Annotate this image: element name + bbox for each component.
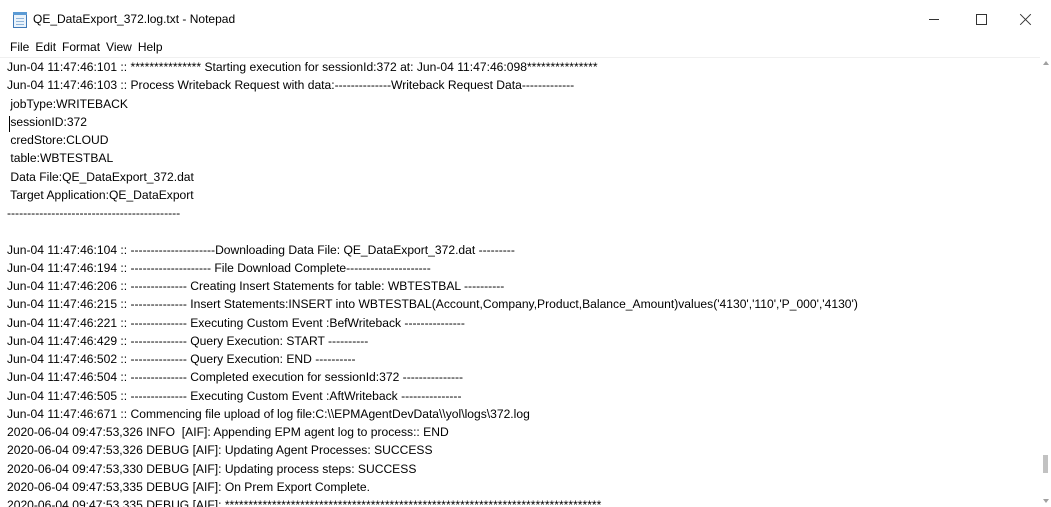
text-editor[interactable]: Jun-04 11:47:46:101 :: *************** S… — [0, 57, 1040, 507]
menu-file[interactable]: File — [7, 40, 32, 54]
text-line: Jun-04 11:47:46:502 :: -------------- Qu… — [7, 352, 356, 366]
text-line: Jun-04 11:47:46:101 :: *************** S… — [7, 60, 598, 74]
notepad-icon — [13, 11, 27, 28]
window-controls — [913, 0, 1051, 38]
minimize-button[interactable] — [913, 0, 959, 38]
maximize-icon — [976, 14, 987, 25]
menu-bar: File Edit Format View Help — [0, 38, 1051, 56]
text-line: Jun-04 11:47:46:206 :: -------------- Cr… — [7, 279, 505, 293]
text-line: Jun-04 11:47:46:429 :: -------------- Qu… — [7, 333, 369, 348]
text-line: table:WBTESTBAL — [7, 151, 114, 166]
text-line: Jun-04 11:47:46:504 :: -------------- Co… — [7, 370, 464, 385]
minimize-icon — [929, 19, 939, 20]
text-line: 2020-06-04 09:47:53,326 INFO [AIF]: Appe… — [7, 425, 449, 439]
text-line: 2020-06-04 09:47:53,335 DEBUG [AIF]: ***… — [7, 498, 602, 507]
menu-view[interactable]: View — [103, 40, 135, 54]
scrollbar-thumb[interactable] — [1043, 455, 1048, 473]
menu-format[interactable]: Format — [59, 40, 103, 54]
scroll-down-icon[interactable] — [1043, 499, 1049, 503]
close-icon — [1020, 13, 1032, 25]
close-button[interactable] — [1005, 0, 1051, 38]
window-title: QE_DataExport_372.log.txt - Notepad — [33, 12, 236, 26]
text-line: sessionID:372 — [7, 114, 87, 129]
scroll-up-icon[interactable] — [1043, 61, 1049, 65]
text-line: Jun-04 11:47:46:221 :: -------------- Ex… — [7, 315, 465, 330]
text-caret — [9, 116, 10, 132]
title-bar: QE_DataExport_372.log.txt - Notepad — [0, 0, 1051, 38]
menu-help[interactable]: Help — [135, 40, 166, 54]
maximize-button[interactable] — [959, 0, 1005, 38]
text-line: Data File:QE_DataExport_372.dat — [7, 169, 194, 184]
text-line: Jun-04 11:47:46:215 :: -------------- In… — [7, 297, 858, 312]
vertical-scrollbar[interactable] — [1040, 57, 1051, 506]
text-line: ----------------------------------------… — [7, 206, 181, 220]
menu-edit[interactable]: Edit — [32, 40, 59, 54]
text-line: 2020-06-04 09:47:53,330 DEBUG [AIF]: Upd… — [7, 461, 417, 476]
text-line: 2020-06-04 09:47:53,335 DEBUG [AIF]: On … — [7, 479, 370, 494]
text-line: 2020-06-04 09:47:53,326 DEBUG [AIF]: Upd… — [7, 443, 433, 458]
text-line: jobType:WRITEBACK — [7, 96, 128, 111]
text-line: Jun-04 11:47:46:104 :: -----------------… — [7, 242, 515, 257]
text-line: credStore:CLOUD — [7, 133, 109, 147]
text-line: Jun-04 11:47:46:194 :: -----------------… — [7, 260, 431, 275]
text-line: Target Application:QE_DataExport — [7, 187, 194, 202]
text-line: Jun-04 11:47:46:103 :: Process Writeback… — [7, 78, 575, 93]
text-line: Jun-04 11:47:46:505 :: -------------- Ex… — [7, 388, 462, 403]
text-line: Jun-04 11:47:46:671 :: Commencing file u… — [7, 406, 530, 421]
text-line — [0, 222, 1040, 240]
